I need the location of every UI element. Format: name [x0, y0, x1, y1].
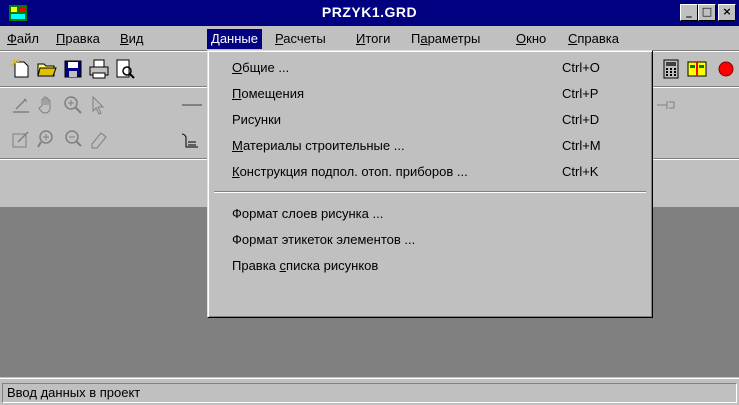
close-button[interactable]: ×	[718, 4, 736, 21]
zoom-in-icon[interactable]	[36, 128, 58, 150]
shortcut-rooms: Ctrl+P	[562, 86, 599, 101]
menu-label-post: равка	[65, 31, 100, 46]
menu-label-pre: П	[411, 31, 421, 46]
save-icon[interactable]	[62, 58, 84, 80]
menu-data[interactable]: Данные	[207, 29, 262, 49]
print-preview-icon[interactable]	[114, 58, 136, 80]
menu-parameters[interactable]: Параметры	[407, 29, 484, 49]
menu-calculations[interactable]: Расчеты	[271, 29, 330, 49]
pointer-icon[interactable]	[88, 94, 110, 116]
hand-pan-icon[interactable]	[36, 94, 58, 116]
menu-help[interactable]: Справка	[564, 29, 623, 49]
new-file-icon[interactable]	[10, 58, 32, 80]
shortcut-construction: Ctrl+K	[562, 164, 599, 179]
menu-item-rooms[interactable]: Помещения	[232, 81, 304, 107]
menu-label-accel: Ф	[7, 31, 17, 46]
minimize-button[interactable]: _	[680, 4, 698, 21]
item-label-pre: Рисунки	[232, 112, 282, 127]
layer-icon[interactable]	[180, 128, 202, 150]
title-bar[interactable]: PRZYK1.GRD _ □ ×	[0, 0, 739, 26]
item-label-post: бщие ...	[242, 60, 290, 75]
menu-label-accel: П	[56, 31, 66, 46]
line-tool-icon[interactable]	[180, 94, 202, 116]
menu-label-post: правка	[577, 31, 619, 46]
menu-label-accel: Д	[211, 31, 220, 46]
menu-item-layer-format[interactable]: Формат слоев рисунка ...	[232, 201, 383, 227]
menu-edit[interactable]: Правка	[52, 29, 104, 49]
menu-item-edit-drawing-list[interactable]: Правка списка рисунков	[232, 253, 378, 279]
zoom-icon[interactable]	[62, 94, 84, 116]
shortcut-general: Ctrl+O	[562, 60, 600, 75]
menu-label-post: анные	[219, 31, 258, 46]
menu-label-post: асчеты	[283, 31, 326, 46]
draw-line-icon[interactable]	[10, 94, 32, 116]
menu-label-accel: С	[568, 31, 578, 46]
menu-item-label-format[interactable]: Формат этикеток элементов ...	[232, 227, 415, 253]
window-title: PRZYK1.GRD	[321, 4, 418, 20]
menu-view[interactable]: Вид	[116, 29, 148, 49]
menu-window[interactable]: Окно	[512, 29, 550, 49]
shortcut-materials: Ctrl+M	[562, 138, 601, 153]
open-folder-icon[interactable]	[36, 58, 58, 80]
edit-element-icon[interactable]	[10, 128, 32, 150]
shortcut-drawings: Ctrl+D	[562, 112, 600, 127]
menu-label-accel: И	[356, 31, 366, 46]
item-label: Формат этикеток элементов ...	[232, 232, 416, 247]
item-label-accel: О	[232, 60, 243, 75]
menu-label-post: тоги	[365, 31, 391, 46]
item-label-accel: К	[232, 164, 240, 179]
menu-file[interactable]: Файл	[3, 29, 43, 49]
item-label-post: омещения	[241, 86, 305, 101]
menu-results[interactable]: Итоги	[352, 29, 394, 49]
menu-label-accel: а	[420, 31, 428, 46]
menu-bar: Файл Правка Вид Данные Расчеты Итоги Пар…	[0, 27, 739, 49]
menu-label-post: айл	[16, 31, 39, 46]
split-view-icon[interactable]	[686, 58, 708, 80]
menu-label-post: раметры	[427, 31, 481, 46]
status-text: Ввод данных в проект	[2, 383, 737, 403]
item-label-post: писка рисунков	[286, 258, 379, 273]
status-bar: Ввод данных в проект	[0, 378, 739, 405]
eraser-icon[interactable]	[88, 128, 110, 150]
menu-item-construction[interactable]: Конструкция подпол. отоп. приборов ...	[232, 159, 468, 185]
item-label: Формат слоев рисунка ...	[232, 206, 384, 221]
menu-label-post: кно	[526, 31, 547, 46]
zoom-out-icon[interactable]	[62, 128, 84, 150]
item-label-pre: Правка	[232, 258, 280, 273]
menu-item-general[interactable]: Общие ...	[232, 55, 289, 81]
item-label-accel: П	[232, 86, 242, 101]
menu-item-materials[interactable]: Материалы строительные ...	[232, 133, 405, 159]
item-label-post: атериалы строительные ...	[242, 138, 405, 153]
stop-icon[interactable]	[712, 58, 734, 80]
item-label-post: онструкция подпол. отоп. приборов ...	[239, 164, 468, 179]
calculator-icon[interactable]	[660, 58, 682, 80]
connect-icon[interactable]	[654, 94, 676, 116]
item-label-accel: М	[232, 138, 243, 153]
menu-label-accel: В	[120, 31, 129, 46]
menu-label-accel: Р	[275, 31, 284, 46]
data-menu-dropdown: Общие ... Ctrl+O Помещения Ctrl+P Рисунк…	[207, 50, 653, 318]
menu-separator	[214, 191, 646, 193]
maximize-button[interactable]: □	[698, 4, 716, 21]
application-window: PRZYK1.GRD _ □ × Файл Правка Вид Данные …	[0, 0, 739, 405]
print-icon[interactable]	[88, 58, 110, 80]
menu-label-accel: О	[516, 31, 527, 46]
menu-label-post: ид	[128, 31, 144, 46]
menu-item-drawings[interactable]: Рисунки	[232, 107, 281, 133]
